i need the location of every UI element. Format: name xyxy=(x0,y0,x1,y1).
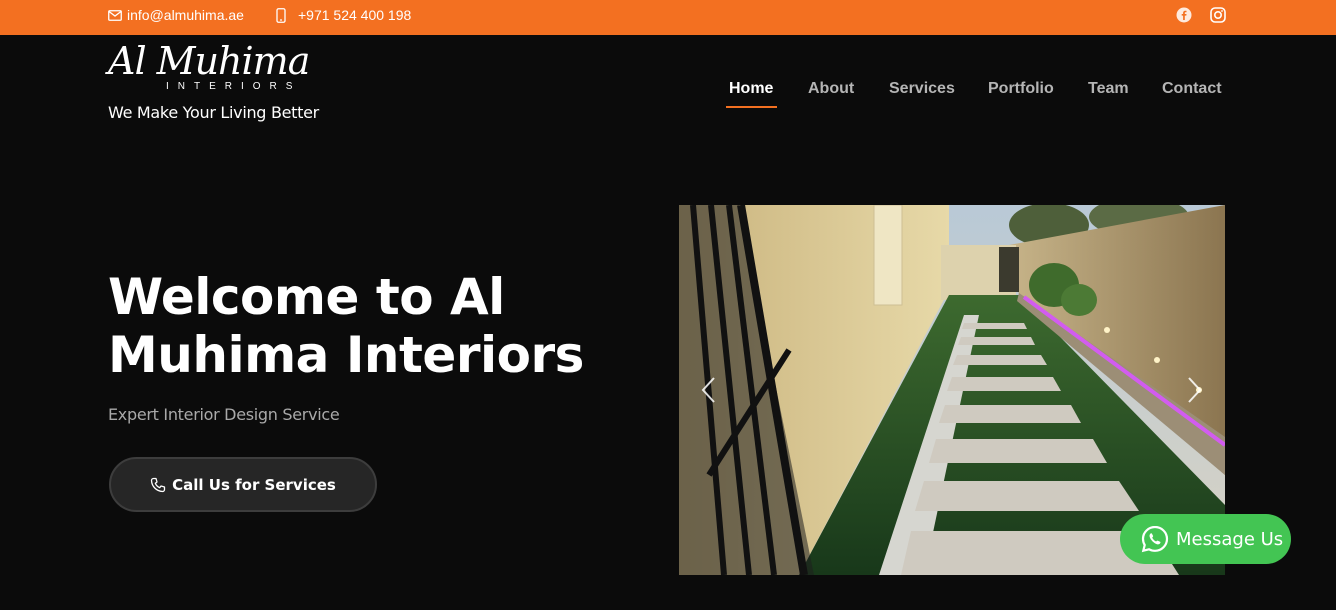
whatsapp-icon xyxy=(1141,525,1169,553)
nav-about[interactable]: About xyxy=(808,80,854,102)
top-bar: info@almuhima.ae +971 524 400 198 xyxy=(0,0,1336,35)
nav-services[interactable]: Services xyxy=(889,80,955,102)
instagram-icon[interactable] xyxy=(1210,7,1226,23)
phone-link[interactable]: +971 524 400 198 xyxy=(276,0,411,30)
phone-icon xyxy=(150,477,166,492)
slider-prev-chevron-left-icon[interactable] xyxy=(699,375,719,405)
call-services-button[interactable]: Call Us for Services xyxy=(109,457,377,512)
envelope-icon xyxy=(108,9,122,21)
logo-subtitle: INTERIORS xyxy=(166,81,302,92)
phone-text: +971 524 400 198 xyxy=(298,7,412,23)
email-link[interactable]: info@almuhima.ae xyxy=(108,0,244,30)
whatsapp-label: Message Us xyxy=(1176,528,1284,550)
nav-team[interactable]: Team xyxy=(1088,80,1129,102)
nav-contact[interactable]: Contact xyxy=(1162,80,1222,102)
nav-portfolio[interactable]: Portfolio xyxy=(988,80,1054,102)
facebook-icon[interactable] xyxy=(1176,7,1192,23)
tagline: We Make Your Living Better xyxy=(108,103,319,122)
whatsapp-message-button[interactable]: Message Us xyxy=(1120,514,1291,564)
nav-active-indicator xyxy=(726,106,777,108)
mobile-phone-icon xyxy=(276,7,286,23)
slider-next-chevron-right-icon[interactable] xyxy=(1184,375,1204,405)
nav-home[interactable]: Home xyxy=(729,80,773,102)
logo-script: Al Muhima xyxy=(108,39,310,83)
site-header: Al Muhima INTERIORS We Make Your Living … xyxy=(0,35,1336,130)
logo[interactable]: Al Muhima INTERIORS xyxy=(108,38,328,98)
call-services-label: Call Us for Services xyxy=(172,475,336,494)
hero-subtitle: Expert Interior Design Service xyxy=(108,405,340,424)
email-text: info@almuhima.ae xyxy=(127,7,244,23)
hero-title: Welcome to Al Muhima Interiors xyxy=(108,268,584,384)
